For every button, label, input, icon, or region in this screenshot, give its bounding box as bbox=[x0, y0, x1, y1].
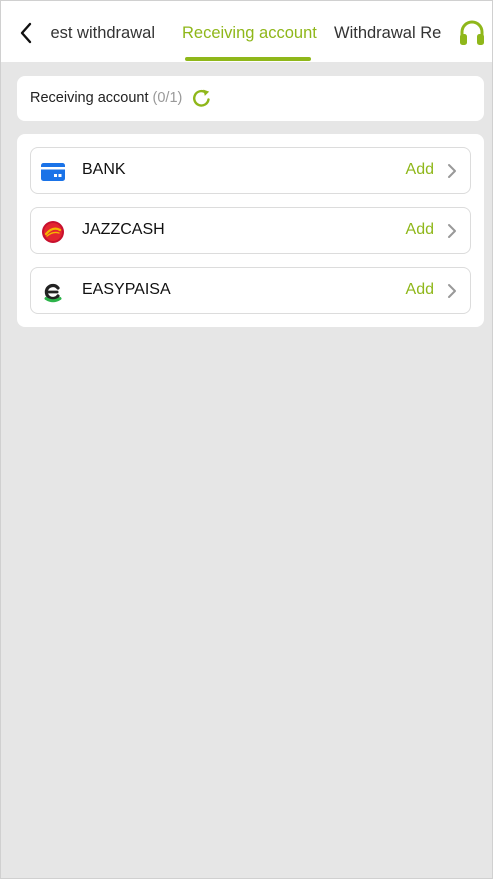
tab-bar: Request withdrawal Receiving account Wit… bbox=[51, 1, 441, 63]
page: Request withdrawal Receiving account Wit… bbox=[0, 0, 493, 879]
customer-support-button[interactable] bbox=[457, 19, 487, 47]
chevron-right-icon bbox=[448, 224, 456, 238]
add-account-link[interactable]: Add bbox=[406, 221, 434, 239]
chevron-right-icon bbox=[448, 284, 456, 298]
headset-icon bbox=[460, 20, 484, 45]
tab-request-withdrawal[interactable]: Request withdrawal bbox=[51, 23, 155, 43]
account-option-easypaisa[interactable]: EASYPAISA Add bbox=[30, 267, 471, 314]
account-type-list: BANK Add JAZZCASH Add EASYPAISA Add bbox=[17, 134, 484, 327]
tab-receiving-account[interactable]: Receiving account bbox=[182, 23, 317, 43]
add-account-link[interactable]: Add bbox=[406, 161, 434, 179]
account-option-bank[interactable]: BANK Add bbox=[30, 147, 471, 194]
jazzcash-logo-icon bbox=[42, 221, 64, 243]
add-account-link[interactable]: Add bbox=[406, 281, 434, 299]
chevron-left-icon bbox=[20, 22, 32, 44]
active-tab-indicator bbox=[185, 57, 311, 61]
tab-withdrawal-record[interactable]: Withdrawal Record bbox=[334, 23, 441, 43]
account-option-name: JAZZCASH bbox=[82, 221, 165, 238]
refresh-icon bbox=[193, 89, 210, 107]
refresh-button[interactable] bbox=[191, 88, 212, 109]
top-nav-bar: Request withdrawal Receiving account Wit… bbox=[1, 0, 492, 62]
easypaisa-logo-icon bbox=[44, 283, 62, 303]
account-option-name: EASYPAISA bbox=[82, 281, 171, 298]
account-option-name: BANK bbox=[82, 161, 126, 178]
back-button[interactable] bbox=[13, 18, 39, 48]
summary-label: Receiving account bbox=[30, 90, 149, 106]
receiving-account-summary: Receiving account (0/1) bbox=[17, 76, 484, 121]
chevron-right-icon bbox=[448, 164, 456, 178]
account-count: (0/1) bbox=[152, 90, 183, 106]
account-option-jazzcash[interactable]: JAZZCASH Add bbox=[30, 207, 471, 254]
bank-card-icon bbox=[41, 163, 65, 181]
